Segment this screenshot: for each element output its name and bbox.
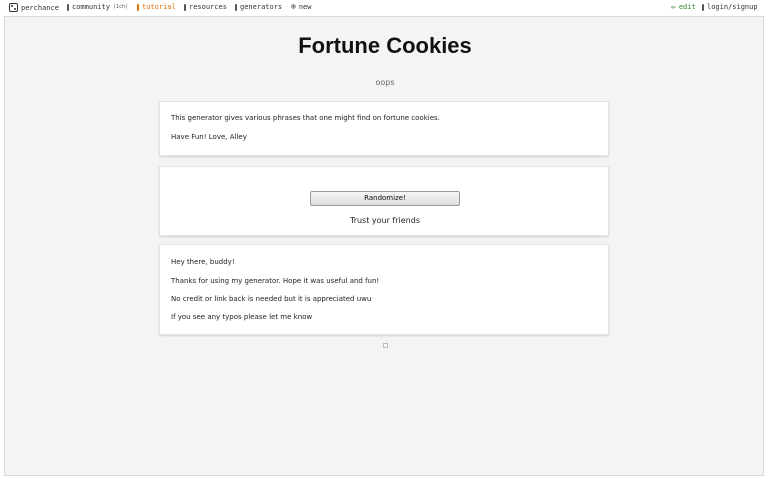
- user-icon: [702, 3, 704, 11]
- plus-circle-icon: ⊕: [291, 2, 296, 11]
- nav-resources-link[interactable]: resources: [184, 3, 227, 11]
- notes-card: Hey there, buddy! Thanks for using my ge…: [159, 244, 609, 335]
- nav-brand-link[interactable]: perchance: [9, 3, 59, 12]
- nav-community-link[interactable]: community (1ch): [67, 3, 128, 11]
- notes-line-1: Hey there, buddy!: [171, 258, 235, 266]
- community-count: (1ch): [112, 4, 128, 10]
- nav-edit-label: edit: [678, 3, 696, 11]
- nav-edit-link[interactable]: ✏ edit: [671, 2, 696, 12]
- nav-tutorial-link[interactable]: tutorial: [137, 3, 176, 11]
- notes-line-2: Thanks for using my generator. Hope it w…: [171, 277, 380, 285]
- intro-card: This generator gives various phrases tha…: [159, 101, 609, 156]
- notes-line-3: No credit or link back is needed but it …: [171, 295, 372, 303]
- intro-line-2: Have Fun! Love, Alley: [171, 133, 247, 141]
- nav-login-label: login/signup: [707, 3, 758, 11]
- page-subtitle: oops: [375, 78, 395, 87]
- nav-new-link[interactable]: ⊕ new: [291, 2, 312, 12]
- notes-line-4: If you see any typos please let me know: [171, 313, 313, 321]
- nav-community-label: community: [72, 3, 110, 11]
- generators-icon: [235, 3, 237, 11]
- top-nav: perchance community (1ch) tutorial resou…: [0, 0, 768, 16]
- generator-frame: Fortune Cookies oops This generator give…: [4, 16, 764, 476]
- intro-line-1: This generator gives various phrases tha…: [171, 114, 440, 122]
- resources-icon: [184, 3, 186, 11]
- nav-tutorial-label: tutorial: [142, 3, 176, 11]
- small-checkbox[interactable]: [383, 343, 388, 348]
- nav-generators-link[interactable]: generators: [235, 3, 282, 11]
- pencil-icon: ✏: [671, 2, 676, 11]
- nav-login-link[interactable]: login/signup: [702, 3, 758, 11]
- generator-output: Trust your friends: [349, 216, 420, 225]
- dice-icon: [9, 3, 18, 12]
- nav-resources-label: resources: [189, 3, 227, 11]
- nav-new-label: new: [298, 3, 312, 11]
- page-title: Fortune Cookies: [298, 33, 472, 58]
- generator-card: Randomize! Trust your friends: [159, 166, 609, 236]
- nav-generators-label: generators: [240, 3, 283, 11]
- tutorial-icon: [137, 3, 139, 11]
- nav-brand-label: perchance: [21, 3, 59, 12]
- community-icon: [67, 3, 69, 11]
- randomize-button[interactable]: Randomize!: [310, 191, 460, 206]
